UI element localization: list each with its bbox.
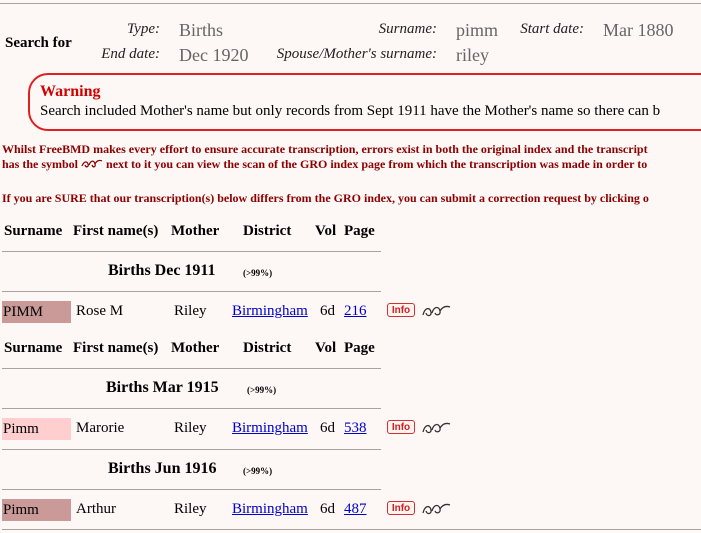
col-first-header: First name(s) [73,340,159,356]
spouse-surname-label: Spouse/Mother's surname: [276,46,437,62]
row-divider [2,251,381,252]
col-mother-header: Mother [171,340,220,356]
mother-cell: Riley [174,303,207,319]
scan-image-icon[interactable] [421,501,451,517]
surname-cell: Pimm [2,499,71,521]
district-link[interactable]: Birmingham [232,501,308,518]
section-title: Births Mar 1915 [106,379,219,396]
bottom-rule [2,529,701,530]
correction-notice: If you are SURE that our transcription(s… [2,191,649,205]
section-accuracy: (>99%) [243,466,273,476]
col-vol-header: Vol [315,340,337,356]
col-district-header: District [243,223,292,239]
end-date-value: Dec 1920 [179,45,249,65]
row-divider [2,291,381,292]
section-accuracy: (>99%) [247,385,277,395]
row-divider [2,408,381,409]
accuracy-notice: Whilst FreeBMD makes every effort to ens… [2,142,648,156]
page-link[interactable]: 216 [344,303,367,320]
scan-image-icon[interactable] [421,303,451,319]
info-button[interactable]: Info [387,420,415,434]
district-link[interactable]: Birmingham [232,420,308,437]
scan-image-icon[interactable] [421,420,451,436]
vol-cell: 6d [320,420,335,436]
page-link[interactable]: 538 [344,420,367,437]
col-surname-header: Surname [4,340,63,356]
info-button[interactable]: Info [387,303,415,317]
scan-glyph-icon [81,159,103,168]
row-divider [2,368,381,369]
scan-notice-pre: has the symbol [2,157,79,171]
mother-cell: Riley [174,501,207,517]
scan-notice: has the symbol next to it you can view t… [2,157,647,172]
section-accuracy: (>99%) [243,268,273,278]
mother-cell: Riley [174,420,207,436]
surname-label: Surname: [378,21,437,37]
spouse-surname-value: riley [456,45,489,65]
col-vol-header: Vol [315,223,337,239]
warning-title: Warning [40,83,101,100]
end-date-label: End date: [101,46,160,62]
col-mother-header: Mother [171,223,220,239]
first-name-cell: Rose M [76,303,124,319]
row-divider [2,449,381,450]
district-link[interactable]: Birmingham [232,303,308,320]
col-page-header: Page [344,223,375,239]
type-label: Type: [126,21,160,37]
surname-value: pimm [456,20,499,40]
warning-box: Warning Search included Mother's name bu… [28,73,701,131]
row-divider [2,489,381,490]
section-title: Births Dec 1911 [108,262,216,279]
warning-text: Search included Mother's name but only r… [40,103,661,119]
section-title: Births Jun 1916 [108,460,217,477]
surname-cell: Pimm [2,418,71,440]
vol-cell: 6d [320,501,335,517]
vol-cell: 6d [320,303,335,319]
info-button[interactable]: Info [387,501,415,515]
col-first-header: First name(s) [73,223,159,239]
surname-cell: PIMM [2,301,71,323]
col-surname-header: Surname [4,223,63,239]
first-name-cell: Marorie [76,420,125,436]
page-link[interactable]: 487 [344,501,367,518]
start-date-value: Mar 1880 [603,20,674,40]
top-rule [0,3,701,4]
start-date-label: Start date: [520,21,584,37]
search-for-heading: Search for [5,35,72,51]
col-district-header: District [243,340,292,356]
scan-notice-post: next to it you can view the scan of the … [106,157,648,171]
first-name-cell: Arthur [76,501,116,517]
col-page-header: Page [344,340,375,356]
type-value: Births [179,20,224,40]
